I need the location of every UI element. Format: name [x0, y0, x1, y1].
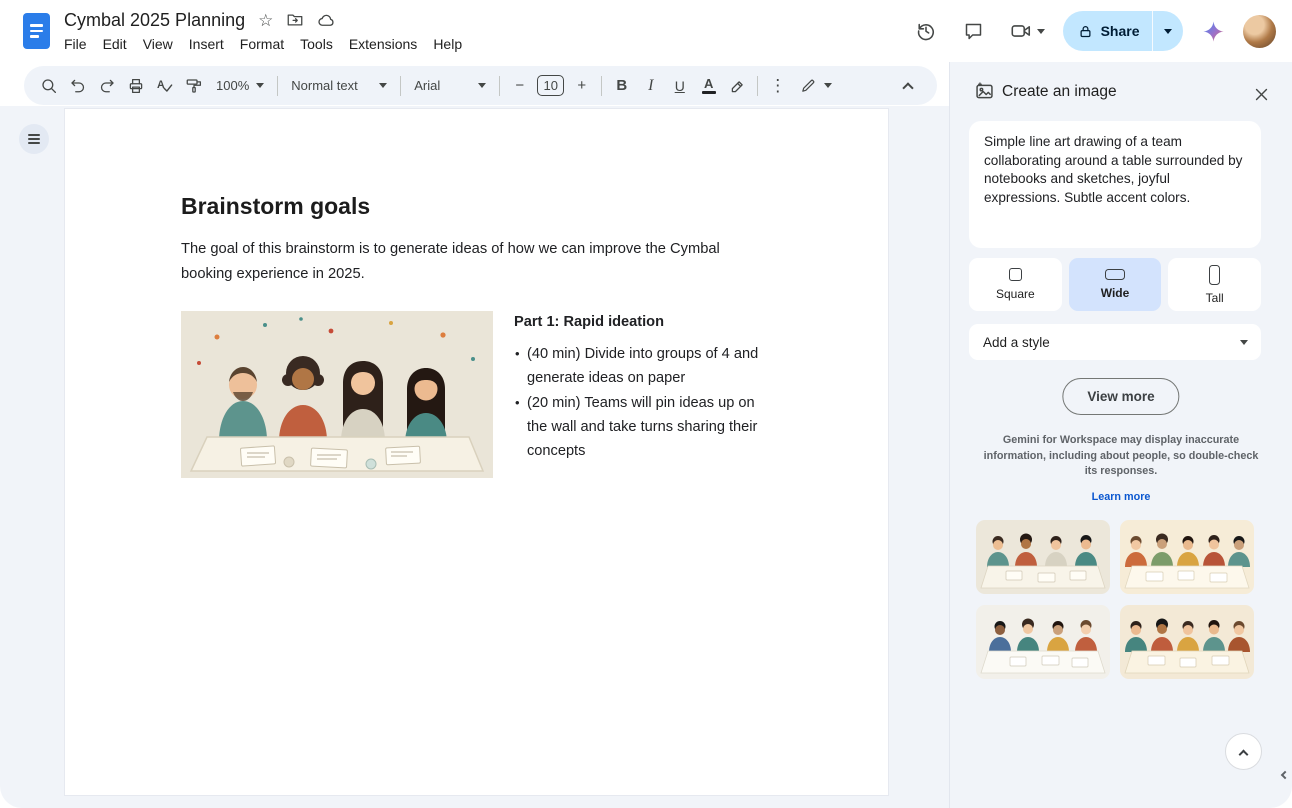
zoom-select[interactable]: 100% — [208, 72, 272, 99]
aspect-ratio-group: Square Wide Tall — [969, 258, 1261, 311]
docs-logo-icon[interactable] — [23, 13, 50, 49]
menu-edit[interactable]: Edit — [95, 34, 135, 54]
view-more-button[interactable]: View more — [1062, 378, 1179, 415]
star-icon[interactable]: ☆ — [258, 12, 273, 29]
version-history-icon[interactable] — [908, 13, 944, 49]
generated-image-2[interactable] — [1120, 520, 1254, 594]
menu-tools[interactable]: Tools — [292, 34, 341, 54]
menu-bar: File Edit View Insert Format Tools Exten… — [56, 34, 470, 54]
menu-format[interactable]: Format — [232, 34, 292, 54]
team-illustration[interactable] — [181, 311, 493, 478]
formatting-toolbar: A 100% Normal text Arial − 10 + B I U A — [24, 66, 937, 105]
gemini-sparkle-icon[interactable] — [1195, 13, 1231, 49]
menu-insert[interactable]: Insert — [181, 34, 232, 54]
header-actions: Share — [908, 11, 1276, 51]
toolbar-divider — [499, 76, 500, 96]
document-title[interactable]: Cymbal 2025 Planning — [64, 10, 245, 31]
share-dropdown-button[interactable] — [1153, 11, 1183, 51]
dropdown-arrow-icon — [1240, 340, 1248, 345]
create-image-icon — [974, 81, 995, 107]
google-docs-window: Cymbal 2025 Planning ☆ File Edit View In… — [0, 0, 1292, 808]
doc-heading[interactable]: Brainstorm goals — [181, 191, 772, 221]
lock-icon — [1078, 24, 1093, 39]
avatar[interactable] — [1243, 15, 1276, 48]
collapse-side-panel-icon[interactable] — [1278, 763, 1292, 787]
decrease-font-size-icon[interactable]: − — [506, 72, 533, 99]
add-style-select[interactable]: Add a style — [969, 324, 1261, 360]
menu-extensions[interactable]: Extensions — [341, 34, 425, 54]
font-family-select[interactable]: Arial — [406, 72, 494, 99]
panel-title: Create an image — [1002, 83, 1117, 101]
move-folder-icon[interactable] — [286, 11, 304, 29]
font-size-input[interactable]: 10 — [537, 75, 564, 96]
toolbar-divider — [757, 76, 758, 96]
pen-icon — [800, 77, 817, 94]
svg-text:A: A — [157, 79, 165, 91]
toolbar-divider — [400, 76, 401, 96]
image-prompt-input[interactable]: Simple line art drawing of a team collab… — [984, 133, 1246, 236]
bullet-item[interactable]: (20 min) Teams will pin ideas up on the … — [514, 391, 762, 464]
text-color-icon[interactable]: A — [695, 72, 722, 99]
more-tools-icon[interactable]: ⋮ — [764, 72, 791, 99]
image-prompt-card: Simple line art drawing of a team collab… — [969, 121, 1261, 248]
wide-shape-icon — [1105, 269, 1125, 280]
spellcheck-icon[interactable]: A — [151, 72, 178, 99]
menu-file[interactable]: File — [56, 34, 95, 54]
meet-presentation-button[interactable] — [1004, 16, 1051, 46]
close-panel-icon[interactable] — [1246, 79, 1276, 109]
create-image-panel: Create an image Simple line art drawing … — [949, 62, 1292, 808]
share-button[interactable]: Share — [1063, 11, 1183, 51]
undo-icon[interactable] — [64, 72, 91, 99]
search-icon[interactable] — [35, 72, 62, 99]
paint-format-icon[interactable] — [180, 72, 207, 99]
aspect-square-button[interactable]: Square — [969, 258, 1062, 311]
underline-icon[interactable]: U — [666, 72, 693, 99]
collapse-toolbar-icon[interactable] — [894, 72, 921, 99]
gemini-disclaimer: Gemini for Workspace may display inaccur… — [981, 433, 1261, 480]
toolbar-divider — [277, 76, 278, 96]
share-label: Share — [1101, 23, 1140, 39]
toolbar-divider — [601, 76, 602, 96]
increase-font-size-icon[interactable]: + — [568, 72, 595, 99]
comments-icon[interactable] — [956, 13, 992, 49]
editing-mode-select[interactable] — [792, 72, 840, 99]
doc-two-column-section: Part 1: Rapid ideation (40 min) Divide i… — [181, 311, 772, 478]
meet-dropdown-icon[interactable] — [1037, 29, 1045, 34]
cloud-status-icon[interactable] — [317, 11, 336, 30]
redo-icon[interactable] — [93, 72, 120, 99]
aspect-tall-button[interactable]: Tall — [1168, 258, 1261, 311]
menu-help[interactable]: Help — [425, 34, 470, 54]
section-title[interactable]: Part 1: Rapid ideation — [514, 311, 762, 333]
top-bar: Cymbal 2025 Planning ☆ File Edit View In… — [0, 0, 1292, 62]
aspect-wide-button[interactable]: Wide — [1069, 258, 1162, 311]
generated-image-4[interactable] — [1120, 605, 1254, 679]
doc-right-column: Part 1: Rapid ideation (40 min) Divide i… — [514, 311, 762, 478]
bullet-item[interactable]: (40 min) Divide into groups of 4 and gen… — [514, 342, 762, 391]
document-outline-button[interactable] — [19, 124, 49, 154]
generated-image-1[interactable] — [976, 520, 1110, 594]
menu-view[interactable]: View — [135, 34, 181, 54]
paragraph-style-select[interactable]: Normal text — [283, 72, 395, 99]
learn-more-link[interactable]: Learn more — [950, 491, 1292, 503]
bullet-list: (40 min) Divide into groups of 4 and gen… — [514, 342, 762, 463]
doc-intro-paragraph[interactable]: The goal of this brainstorm is to genera… — [181, 237, 721, 287]
generated-image-3[interactable] — [976, 605, 1110, 679]
document-canvas: Brainstorm goals The goal of this brains… — [0, 106, 949, 808]
square-shape-icon — [1009, 268, 1022, 281]
scroll-to-top-button[interactable] — [1225, 733, 1262, 770]
highlight-color-icon[interactable] — [724, 72, 751, 99]
title-area: Cymbal 2025 Planning ☆ File Edit View In… — [64, 7, 470, 54]
generated-images-grid — [976, 520, 1254, 679]
document-page[interactable]: Brainstorm goals The goal of this brains… — [64, 108, 889, 796]
tall-shape-icon — [1209, 265, 1220, 285]
bold-icon[interactable]: B — [608, 72, 635, 99]
italic-icon[interactable]: I — [637, 72, 664, 99]
print-icon[interactable] — [122, 72, 149, 99]
